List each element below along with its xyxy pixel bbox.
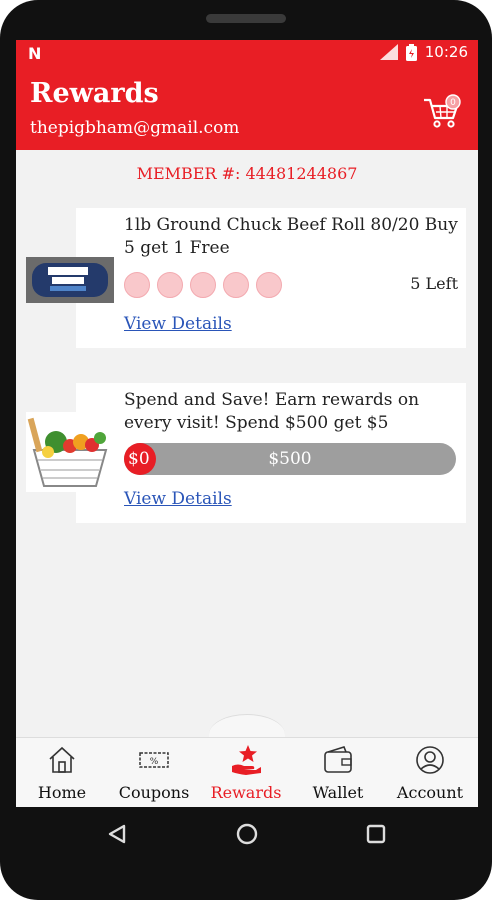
recents-icon[interactable] <box>366 824 386 844</box>
speaker-grille <box>206 14 286 23</box>
punch-circle <box>190 272 216 298</box>
bottom-navigation: Home % Coupons Rewards Wallet Account <box>16 737 478 807</box>
system-navigation-bar <box>108 823 386 845</box>
spend-progress-bar: $0 $500 <box>124 443 456 475</box>
nav-home[interactable]: Home <box>16 738 108 807</box>
nav-wallet[interactable]: Wallet <box>292 738 384 807</box>
reward-title: Spend and Save! Earn rewards on every vi… <box>124 390 420 433</box>
app-header: Rewards thepigbham@gmail.com 0 <box>16 66 478 150</box>
home-circle-icon[interactable] <box>236 823 258 845</box>
app-screen: N 10:26 Rewards thepigbham@gmail.com 0 M… <box>16 40 478 807</box>
punch-circle <box>256 272 282 298</box>
view-details-link[interactable]: View Details <box>124 314 232 334</box>
progress-goal-label: $500 <box>268 449 312 469</box>
nav-rewards[interactable]: Rewards <box>200 738 292 807</box>
status-bar: N 10:26 <box>16 40 478 66</box>
battery-icon <box>405 43 417 61</box>
nav-account[interactable]: Account <box>384 738 476 807</box>
cart-icon[interactable]: 0 <box>422 94 462 130</box>
user-email: thepigbham@gmail.com <box>30 118 240 138</box>
page-title: Rewards <box>30 78 159 109</box>
view-details-link[interactable]: View Details <box>124 489 232 509</box>
nav-coupons-label: Coupons <box>118 783 190 802</box>
reward-card-ground-chuck: 1lb Ground Chuck Beef Roll 80/20 Buy 5 g… <box>76 208 466 348</box>
account-icon <box>416 746 444 774</box>
member-number: MEMBER #: 44481244867 <box>136 164 358 183</box>
nav-account-label: Account <box>396 783 464 802</box>
back-icon[interactable] <box>108 824 126 844</box>
punch-circle <box>157 272 183 298</box>
nav-rewards-label: Rewards <box>210 783 282 802</box>
nav-wallet-label: Wallet <box>312 783 364 802</box>
status-time: 10:26 <box>424 43 468 61</box>
wallet-icon <box>324 746 352 773</box>
home-icon <box>49 746 75 773</box>
punch-circle <box>223 272 249 298</box>
nav-home-label: Home <box>37 783 87 802</box>
punch-card <box>124 272 282 298</box>
coupon-icon: % <box>139 752 169 768</box>
punch-circle <box>124 272 150 298</box>
status-indicators: 10:26 <box>379 43 468 61</box>
reward-title: 1lb Ground Chuck Beef Roll 80/20 Buy 5 g… <box>124 215 458 258</box>
ground-chuck-package-image <box>26 257 114 303</box>
phone-frame: N 10:26 Rewards thepigbham@gmail.com 0 M… <box>0 0 492 900</box>
signal-icon <box>379 44 398 60</box>
svg-text:%: % <box>150 757 159 767</box>
notification-icon: N <box>28 44 42 63</box>
punches-left: 5 Left <box>410 274 458 293</box>
reward-card-spend-save: Spend and Save! Earn rewards on every vi… <box>76 383 466 523</box>
grocery-basket-image <box>26 412 114 492</box>
rewards-icon <box>232 745 261 775</box>
cart-count: 0 <box>450 98 456 108</box>
nav-coupons[interactable]: % Coupons <box>108 738 200 807</box>
